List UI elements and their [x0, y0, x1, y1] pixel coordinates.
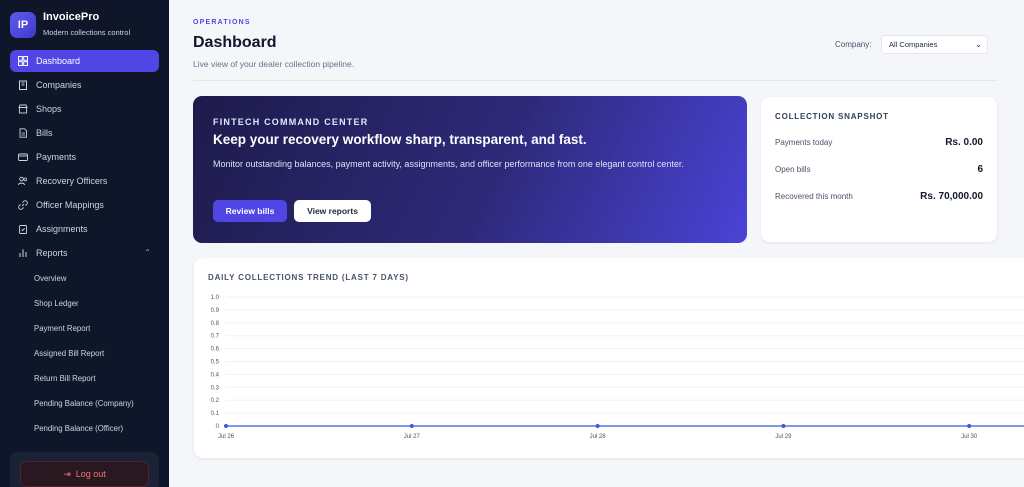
link-icon	[18, 200, 28, 210]
logout-panel: ⇥ Log out	[10, 452, 159, 487]
building-icon	[18, 80, 28, 90]
y-tick-label: 0.3	[211, 385, 220, 391]
y-tick-label: 0.5	[211, 360, 220, 366]
company-select-value: All Companies	[889, 40, 938, 49]
grid-icon	[18, 56, 28, 66]
users-icon	[18, 176, 28, 186]
collections-trend-chart: 0 0.1 0.2 0.3 0.4 0.5 0.6 0.7 0.8 0.9 1.0 Jul 26 Jul…	[211, 295, 1024, 440]
data-point	[595, 424, 600, 428]
snapshot-value: 6	[977, 164, 983, 175]
chevron-down-icon: ⌄	[975, 40, 982, 49]
store-icon	[18, 104, 28, 114]
sidebar-item-label: Payments	[36, 152, 77, 162]
x-tick-label: Jul 29	[775, 434, 792, 440]
report-item-overview[interactable]: Overview	[10, 266, 159, 291]
sidebar-item-officer-mappings[interactable]: Officer Mappings	[10, 194, 159, 216]
company-filter-label: Company:	[835, 40, 872, 49]
snapshot-row-recovered-month: Recovered this month Rs. 70,000.00	[775, 191, 983, 202]
snapshot-row-payments-today: Payments today Rs. 0.00	[775, 137, 983, 148]
sidebar-item-label: Officer Mappings	[36, 200, 104, 210]
clipboard-icon	[18, 224, 28, 234]
snapshot-value: Rs. 0.00	[945, 137, 983, 148]
banner-title: Keep your recovery workflow sharp, trans…	[213, 132, 587, 147]
snapshot-label: Payments today	[775, 138, 833, 147]
snapshot-row-open-bills: Open bills 6	[775, 164, 983, 175]
page-subtitle: Live view of your dealer collection pipe…	[193, 59, 355, 69]
command-center-banner: FINTECH COMMAND CENTER Keep your recover…	[193, 96, 747, 243]
logout-icon: ⇥	[63, 468, 71, 479]
brand-name: InvoicePro	[43, 11, 100, 23]
x-tick-label: Jul 28	[590, 434, 607, 440]
snapshot-value: Rs. 70,000.00	[920, 191, 983, 202]
sidebar-item-assignments[interactable]: Assignments	[10, 218, 159, 240]
snapshot-label: Open bills	[775, 165, 811, 174]
y-tick-label: 0	[216, 424, 220, 430]
banner-description: Monitor outstanding balances, payment ac…	[213, 159, 684, 169]
sidebar-nav: Dashboard Companies Shops Bills Payments…	[10, 50, 159, 441]
sidebar-item-payments[interactable]: Payments	[10, 146, 159, 168]
brand-tagline: Modern collections control	[43, 28, 131, 37]
sidebar-item-label: Assignments	[36, 224, 88, 234]
sidebar-item-label: Companies	[36, 80, 82, 90]
card-icon	[18, 152, 28, 162]
review-bills-button[interactable]: Review bills	[213, 200, 287, 222]
x-tick-label: Jul 27	[404, 434, 421, 440]
snapshot-title: COLLECTION SNAPSHOT	[775, 112, 889, 121]
data-point	[224, 424, 228, 428]
snapshot-label: Recovered this month	[775, 192, 853, 201]
y-tick-label: 1.0	[211, 295, 220, 301]
y-tick-label: 0.6	[211, 347, 220, 353]
report-item-assigned-bill-report[interactable]: Assigned Bill Report	[10, 341, 159, 366]
sidebar-item-dashboard[interactable]: Dashboard	[10, 50, 159, 72]
report-item-pending-balance-company[interactable]: Pending Balance (Company)	[10, 391, 159, 416]
brand-logo: IP	[10, 11, 36, 38]
report-item-shop-ledger[interactable]: Shop Ledger	[10, 291, 159, 316]
sidebar-item-label: Recovery Officers	[36, 176, 108, 186]
section-eyebrow: OPERATIONS	[193, 19, 251, 26]
sidebar-item-label: Shops	[36, 104, 62, 114]
logout-button[interactable]: ⇥ Log out	[20, 461, 149, 487]
y-tick-label: 0.4	[211, 372, 220, 378]
sidebar-item-label: Dashboard	[36, 56, 81, 66]
collection-snapshot-card: COLLECTION SNAPSHOT Payments today Rs. 0…	[761, 97, 997, 242]
page-title: Dashboard	[193, 34, 277, 51]
company-select[interactable]: All Companies ⌄	[881, 35, 988, 54]
collections-trend-card: DAILY COLLECTIONS TREND (LAST 7 DAYS) 00…	[194, 258, 1024, 458]
y-tick-label: 0.7	[211, 334, 220, 340]
sidebar-item-reports[interactable]: Reports ⌃	[10, 242, 159, 264]
sidebar: IP InvoicePro Modern collections control…	[0, 0, 169, 487]
sidebar-item-shops[interactable]: Shops	[10, 98, 159, 120]
view-reports-button[interactable]: View reports	[294, 200, 371, 222]
data-point	[409, 424, 414, 428]
report-item-payment-report[interactable]: Payment Report	[10, 316, 159, 341]
sidebar-item-recovery-officers[interactable]: Recovery Officers	[10, 170, 159, 192]
document-icon	[18, 128, 28, 138]
chevron-up-icon[interactable]: ⌃	[144, 248, 151, 257]
sidebar-item-label: Bills	[36, 128, 53, 138]
y-tick-label: 0.8	[211, 321, 220, 327]
logout-label: Log out	[75, 469, 106, 479]
sidebar-item-bills[interactable]: Bills	[10, 122, 159, 144]
data-point	[781, 424, 786, 428]
data-point	[967, 424, 972, 428]
y-tick-label: 0.1	[211, 411, 220, 417]
brand[interactable]: IP InvoicePro Modern collections control	[10, 10, 130, 39]
x-tick-label: Jul 30	[961, 434, 978, 440]
main-content: OPERATIONS Dashboard Live view of your d…	[169, 0, 1024, 487]
y-tick-label: 0.9	[211, 308, 220, 314]
y-tick-label: 0.2	[211, 398, 220, 404]
bar-chart-icon	[18, 248, 28, 258]
banner-eyebrow: FINTECH COMMAND CENTER	[213, 117, 369, 127]
x-tick-label: Jul 26	[218, 434, 235, 440]
report-item-return-bill-report[interactable]: Return Bill Report	[10, 366, 159, 391]
header-divider	[193, 80, 997, 81]
sidebar-item-companies[interactable]: Companies	[10, 74, 159, 96]
report-item-pending-balance-officer[interactable]: Pending Balance (Officer)	[10, 416, 159, 441]
sidebar-item-label: Reports	[36, 248, 68, 258]
